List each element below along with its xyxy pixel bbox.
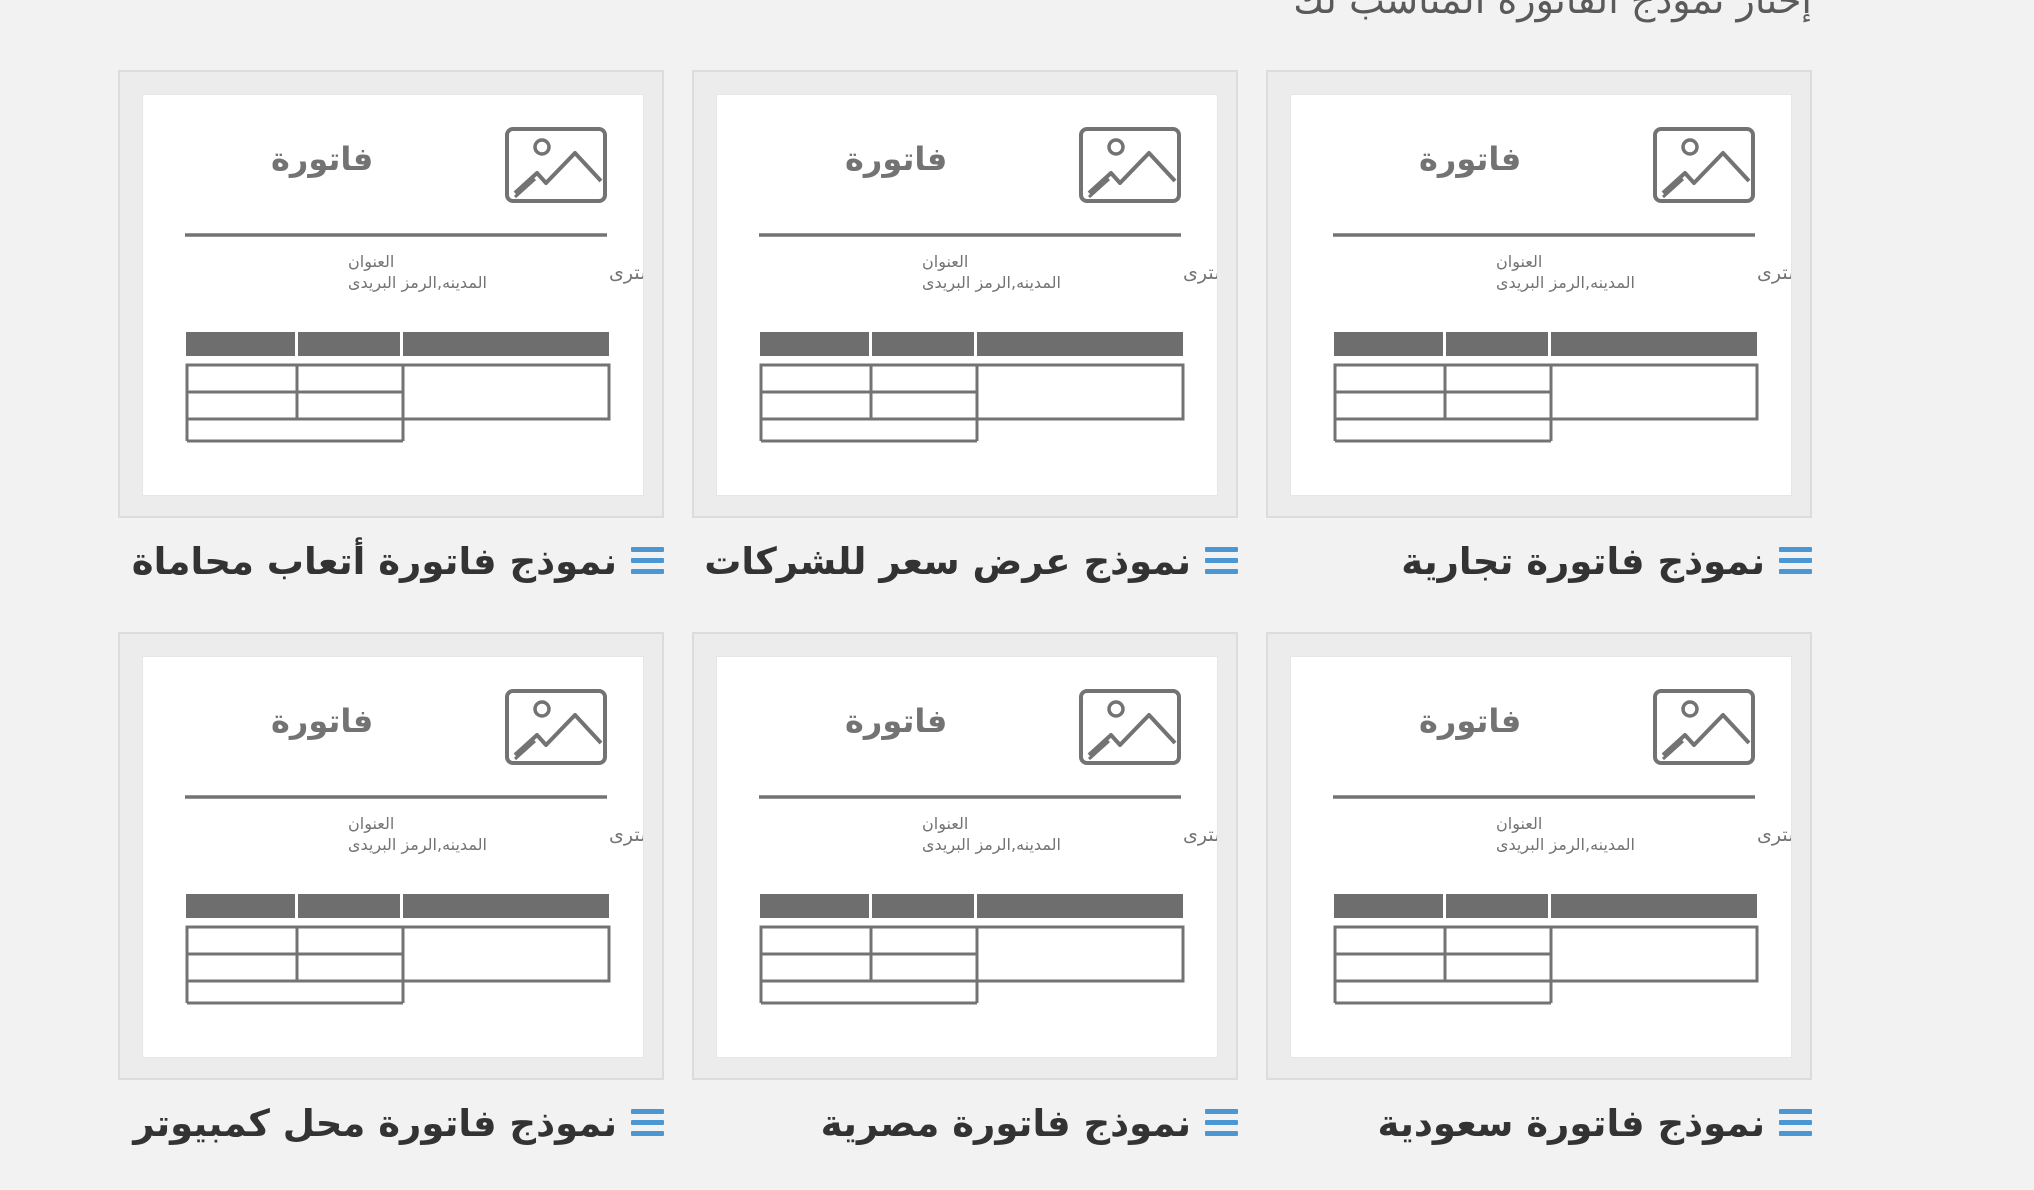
menu-lines-icon — [631, 1108, 664, 1139]
preview-title: فاتورة — [1419, 140, 1521, 178]
preview-buyer-label: المشترى — [1183, 824, 1217, 846]
template-gallery: إختار نموذج الفاتورة المناسب لك فاتورة ا… — [0, 0, 2034, 1190]
template-card[interactable]: فاتورة المشترى العنوان المدينه,الرمز الب… — [118, 70, 664, 583]
invoice-preview-drawing: فاتورة المشترى العنوان المدينه,الرمز الب… — [185, 127, 643, 443]
preview-title: فاتورة — [1419, 702, 1521, 740]
preview-table-body — [759, 925, 1185, 1005]
menu-lines-icon — [1779, 546, 1812, 577]
template-thumbnail[interactable]: فاتورة المشترى العنوان المدينه,الرمز الب… — [1266, 70, 1812, 518]
preview-table-body — [759, 363, 1185, 443]
invoice-preview-drawing: فاتورة المشترى العنوان المدينه,الرمز الب… — [1333, 689, 1791, 1005]
preview-buyer-label: المشترى — [1183, 262, 1217, 284]
invoice-preview: فاتورة المشترى العنوان المدينه,الرمز الب… — [716, 656, 1218, 1058]
template-card[interactable]: فاتورة المشترى العنوان المدينه,الرمز الب… — [692, 70, 1238, 583]
template-title-link[interactable]: نموذج فاتورة أتعاب محاماة — [104, 540, 664, 583]
menu-lines-icon — [1205, 546, 1238, 577]
invoice-preview: فاتورة المشترى العنوان المدينه,الرمز الب… — [142, 94, 644, 496]
preview-table-header — [1334, 894, 1757, 918]
preview-title: فاتورة — [845, 140, 947, 178]
preview-city-zip-label: المدينه,الرمز البريدى — [922, 835, 1061, 855]
template-title-link[interactable]: نموذج فاتورة محل كمبيوتر — [104, 1102, 664, 1145]
preview-address-label: العنوان — [1496, 814, 1542, 834]
preview-city-zip-label: المدينه,الرمز البريدى — [1496, 273, 1635, 293]
image-placeholder-icon — [1653, 689, 1755, 765]
template-thumbnail[interactable]: فاتورة المشترى العنوان المدينه,الرمز الب… — [692, 70, 1238, 518]
preview-table-body — [185, 925, 611, 1005]
preview-address-label: العنوان — [922, 252, 968, 272]
preview-buyer-label: المشترى — [609, 262, 643, 284]
template-title: نموذج فاتورة مصرية — [820, 1102, 1191, 1145]
invoice-preview: فاتورة المشترى العنوان المدينه,الرمز الب… — [1290, 94, 1792, 496]
preview-buyer-label: المشترى — [1757, 824, 1791, 846]
template-title: نموذج عرض سعر للشركات — [704, 540, 1191, 583]
preview-address-label: العنوان — [922, 814, 968, 834]
template-card[interactable]: فاتورة المشترى العنوان المدينه,الرمز الب… — [692, 632, 1238, 1145]
preview-table-header — [186, 894, 609, 918]
preview-table-body — [185, 363, 611, 443]
image-placeholder-icon — [1653, 127, 1755, 203]
template-thumbnail[interactable]: فاتورة المشترى العنوان المدينه,الرمز الب… — [118, 632, 664, 1080]
template-title: نموذج فاتورة محل كمبيوتر — [133, 1102, 617, 1145]
preview-title: فاتورة — [271, 702, 373, 740]
invoice-preview-drawing: فاتورة المشترى العنوان المدينه,الرمز الب… — [185, 689, 643, 1005]
template-card[interactable]: فاتورة المشترى العنوان المدينه,الرمز الب… — [1266, 70, 1812, 583]
preview-address-label: العنوان — [348, 814, 394, 834]
template-title: نموذج فاتورة سعودية — [1377, 1102, 1765, 1145]
invoice-preview-drawing: فاتورة المشترى العنوان المدينه,الرمز الب… — [1333, 127, 1791, 443]
preview-table-header — [1334, 332, 1757, 356]
template-title: نموذج فاتورة أتعاب محاماة — [131, 540, 617, 583]
template-title-link[interactable]: نموذج عرض سعر للشركات — [678, 540, 1238, 583]
template-title: نموذج فاتورة تجارية — [1401, 540, 1765, 583]
image-placeholder-icon — [1079, 127, 1181, 203]
preview-title: فاتورة — [845, 702, 947, 740]
image-placeholder-icon — [505, 127, 607, 203]
invoice-preview: فاتورة المشترى العنوان المدينه,الرمز الب… — [1290, 656, 1792, 1058]
menu-lines-icon — [1779, 1108, 1812, 1139]
preview-table-header — [760, 332, 1183, 356]
preview-city-zip-label: المدينه,الرمز البريدى — [922, 273, 1061, 293]
preview-city-zip-label: المدينه,الرمز البريدى — [1496, 835, 1635, 855]
template-title-link[interactable]: نموذج فاتورة سعودية — [1252, 1102, 1812, 1145]
template-card[interactable]: فاتورة المشترى العنوان المدينه,الرمز الب… — [1266, 632, 1812, 1145]
template-thumbnail[interactable]: فاتورة المشترى العنوان المدينه,الرمز الب… — [1266, 632, 1812, 1080]
invoice-preview: فاتورة المشترى العنوان المدينه,الرمز الب… — [716, 94, 1218, 496]
image-placeholder-icon — [505, 689, 607, 765]
menu-lines-icon — [631, 546, 664, 577]
template-thumbnail[interactable]: فاتورة المشترى العنوان المدينه,الرمز الب… — [692, 632, 1238, 1080]
preview-buyer-label: المشترى — [1757, 262, 1791, 284]
template-card[interactable]: فاتورة المشترى العنوان المدينه,الرمز الب… — [118, 632, 664, 1145]
preview-address-label: العنوان — [1496, 252, 1542, 272]
preview-buyer-label: المشترى — [609, 824, 643, 846]
preview-table-header — [760, 894, 1183, 918]
template-thumbnail[interactable]: فاتورة المشترى العنوان المدينه,الرمز الب… — [118, 70, 664, 518]
preview-table-header — [186, 332, 609, 356]
invoice-preview-drawing: فاتورة المشترى العنوان المدينه,الرمز الب… — [759, 127, 1217, 443]
preview-city-zip-label: المدينه,الرمز البريدى — [348, 835, 487, 855]
menu-lines-icon — [1205, 1108, 1238, 1139]
template-title-link[interactable]: نموذج فاتورة مصرية — [678, 1102, 1238, 1145]
template-title-link[interactable]: نموذج فاتورة تجارية — [1252, 540, 1812, 583]
preview-city-zip-label: المدينه,الرمز البريدى — [348, 273, 487, 293]
page-heading: إختار نموذج الفاتورة المناسب لك — [1293, 0, 1812, 22]
preview-table-body — [1333, 925, 1759, 1005]
preview-title: فاتورة — [271, 140, 373, 178]
preview-table-body — [1333, 363, 1759, 443]
invoice-preview-drawing: فاتورة المشترى العنوان المدينه,الرمز الب… — [759, 689, 1217, 1005]
image-placeholder-icon — [1079, 689, 1181, 765]
preview-address-label: العنوان — [348, 252, 394, 272]
invoice-preview: فاتورة المشترى العنوان المدينه,الرمز الب… — [142, 656, 644, 1058]
